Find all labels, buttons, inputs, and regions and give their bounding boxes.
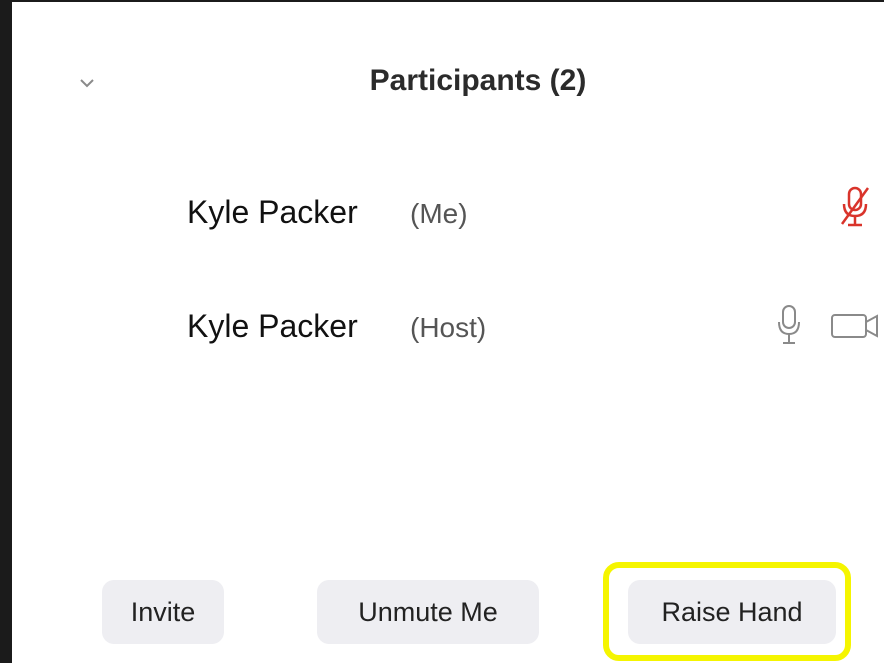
unmute-me-button[interactable]: Unmute Me xyxy=(317,580,539,644)
panel-title: Participants (2) xyxy=(369,64,587,97)
highlight-box xyxy=(603,562,851,661)
mic-icon[interactable] xyxy=(776,302,802,348)
participant-name: Kyle Packer xyxy=(187,308,358,344)
window-edge xyxy=(0,0,12,663)
participant-row[interactable]: Kyle Packer (Host) xyxy=(12,296,884,356)
participants-panel: Participants (2) Kyle Packer (Me) Kyle P… xyxy=(12,0,884,663)
mic-muted-icon[interactable] xyxy=(838,184,872,230)
video-camera-icon[interactable] xyxy=(830,312,880,340)
invite-button[interactable]: Invite xyxy=(102,580,224,644)
participant-name: Kyle Packer xyxy=(187,194,358,230)
participant-role: (Me) xyxy=(410,198,468,229)
participant-row[interactable]: Kyle Packer (Me) xyxy=(12,182,884,242)
participant-role: (Host) xyxy=(410,312,487,343)
